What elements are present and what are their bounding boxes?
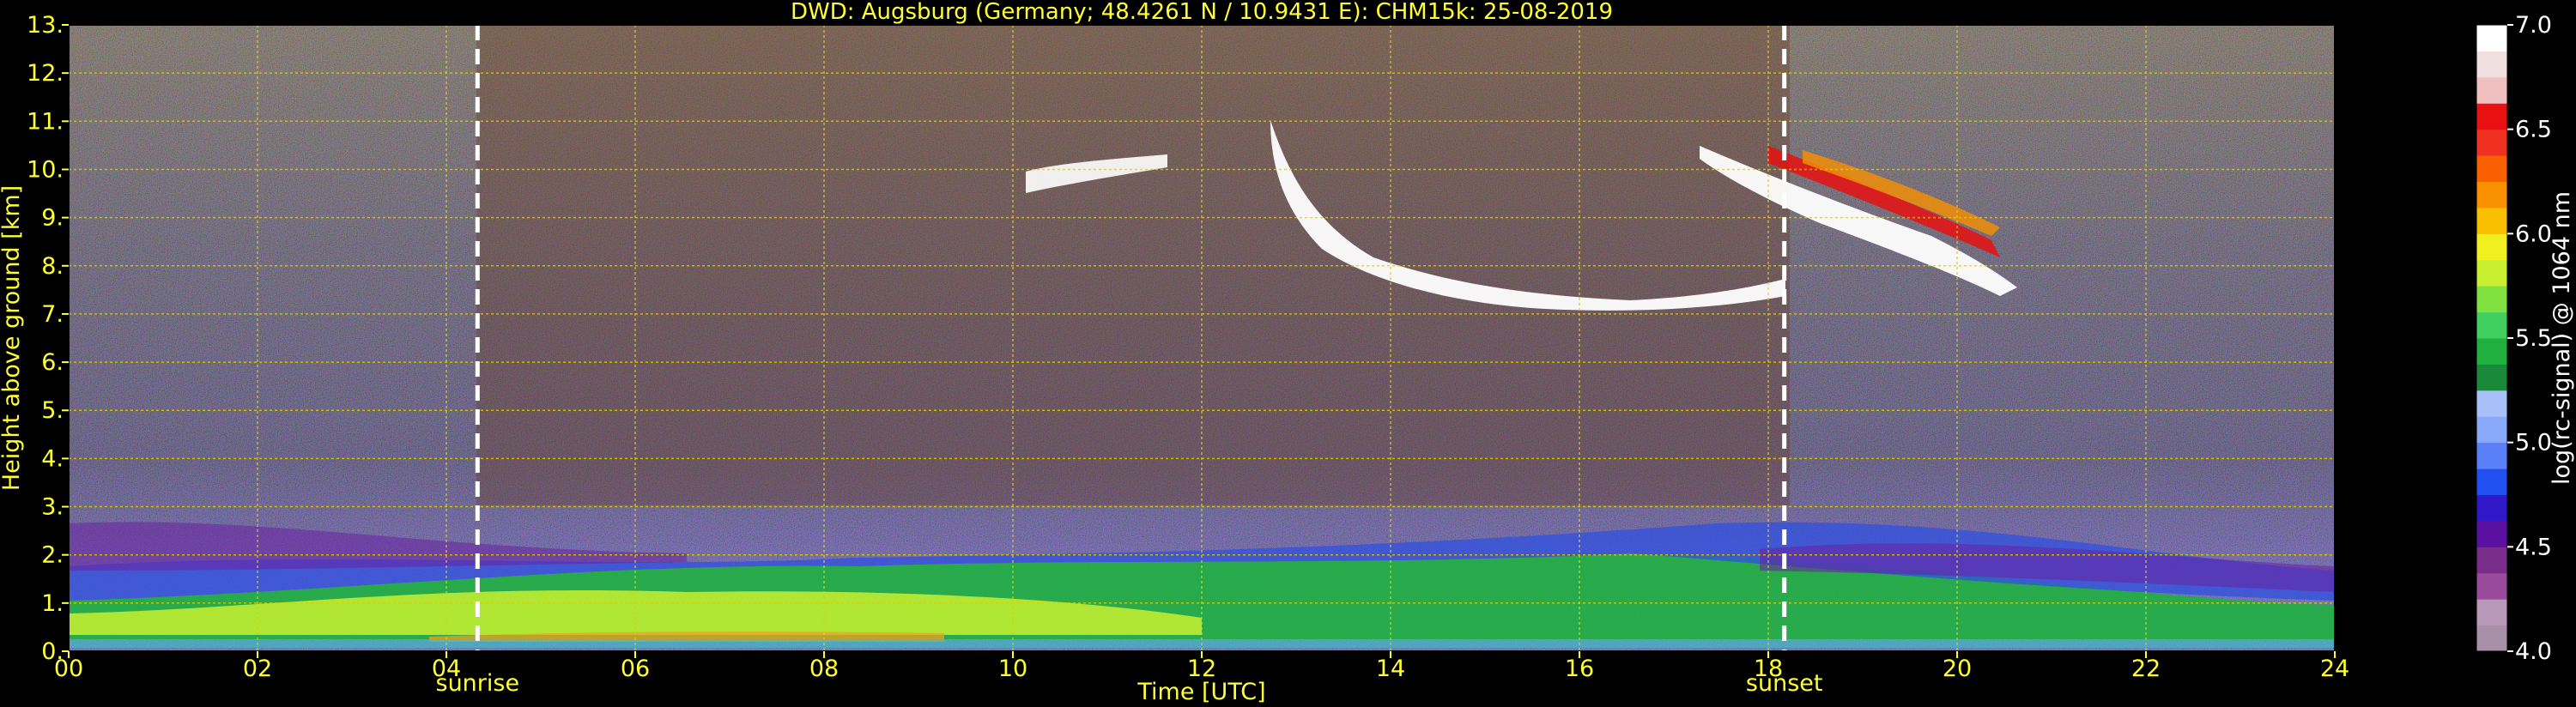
- colorbar-swatch: [2476, 625, 2507, 652]
- y-axis-ticks: 0. 1. 2. 3. 4. 5. 6. 7. 8. 9. 10. 11. 12. 13.: [27, 12, 69, 665]
- y-axis-label: Height above ground [km]: [0, 185, 25, 491]
- colorbar-swatch: [2476, 286, 2507, 313]
- y-tick-label: 4.: [41, 445, 64, 472]
- chart-title: DWD: Augsburg (Germany; 48.4261 N / 10.9…: [791, 0, 1613, 25]
- x-tick-label: 10: [998, 656, 1027, 682]
- colorbar-swatch: [2476, 25, 2507, 51]
- daytime-noise-band: [476, 25, 1790, 505]
- colorbar-swatch: [2476, 207, 2507, 234]
- y-tick-label: 3.: [41, 494, 64, 521]
- colorbar-swatch: [2476, 51, 2507, 78]
- colorbar-tick-label: 4.5: [2515, 534, 2552, 560]
- x-tick-label: 18: [1754, 656, 1783, 682]
- colorbar-tick-label: 6.0: [2515, 221, 2552, 247]
- colorbar-tick-label: 7.0: [2515, 12, 2552, 39]
- y-tick-label: 9.: [41, 205, 64, 232]
- colorbar-swatch: [2476, 520, 2507, 547]
- x-tick-label: 06: [621, 656, 650, 682]
- y-tick-label: 8.: [41, 253, 64, 280]
- colorbar-tick-label: 5.5: [2515, 325, 2552, 352]
- colorbar-swatch: [2476, 338, 2507, 365]
- y-tick-label: 11.: [27, 108, 64, 135]
- colorbar-swatch: [2476, 233, 2507, 261]
- colorbar-swatch: [2476, 76, 2507, 104]
- x-tick-label: 20: [1943, 656, 1972, 682]
- colorbar-ticks: 4.0 4.5 5.0 5.5 6.0 6.5 7.0: [2507, 12, 2552, 665]
- colorbar-swatch: [2476, 181, 2507, 208]
- colorbar-swatch: [2476, 416, 2507, 444]
- colorbar-tick-label: 4.0: [2515, 638, 2552, 665]
- x-tick-label: 04: [432, 656, 461, 682]
- y-tick-label: 1.: [41, 590, 64, 617]
- x-tick-label: 08: [809, 656, 839, 682]
- y-tick-label: 10.: [27, 156, 64, 183]
- colorbar-swatch: [2476, 364, 2507, 391]
- colorbar-swatch: [2476, 572, 2507, 600]
- x-tick-label: 24: [2320, 656, 2349, 682]
- x-tick-label: 02: [243, 656, 272, 682]
- colorbar-tick-label: 6.5: [2515, 117, 2552, 143]
- colorbar-swatch: [2476, 390, 2507, 417]
- x-tick-label: 22: [2131, 656, 2161, 682]
- x-axis-ticks: 00 02 04 06 08 10 12 14 16 18 20 22 24: [54, 651, 2349, 682]
- y-tick-label: 5.: [41, 397, 64, 424]
- y-tick-label: 2.: [41, 542, 64, 569]
- colorbar-swatch: [2476, 494, 2507, 522]
- colorbar-swatch: [2476, 311, 2507, 339]
- y-tick-label: 0.: [41, 638, 64, 665]
- colorbar-swatch: [2476, 103, 2507, 130]
- ceilometer-figure: DWD: Augsburg (Germany; 48.4261 N / 10.9…: [0, 0, 2575, 705]
- colorbar-label: log(rc-signal) @ 1064 nm: [2549, 191, 2575, 485]
- x-tick-label: 14: [1376, 656, 1405, 682]
- y-tick-label: 6.: [41, 349, 64, 376]
- colorbar-swatch: [2476, 468, 2507, 495]
- colorbar-swatch: [2476, 155, 2507, 182]
- x-tick-label: 16: [1565, 656, 1594, 682]
- colorbar-swatch: [2476, 442, 2507, 469]
- y-tick-label: 7.: [41, 301, 64, 328]
- y-tick-label: 13.: [27, 12, 64, 39]
- colorbar-swatch: [2476, 259, 2507, 287]
- colorbar-swatch: [2476, 547, 2507, 574]
- colorbar-swatch: [2476, 129, 2507, 156]
- colorbar-swatch: [2476, 599, 2507, 626]
- colorbar: [2476, 24, 2508, 652]
- colorbar-tick-label: 5.0: [2515, 430, 2552, 456]
- y-tick-label: 12.: [27, 60, 64, 87]
- x-axis-label: Time [UTC]: [1136, 679, 1265, 705]
